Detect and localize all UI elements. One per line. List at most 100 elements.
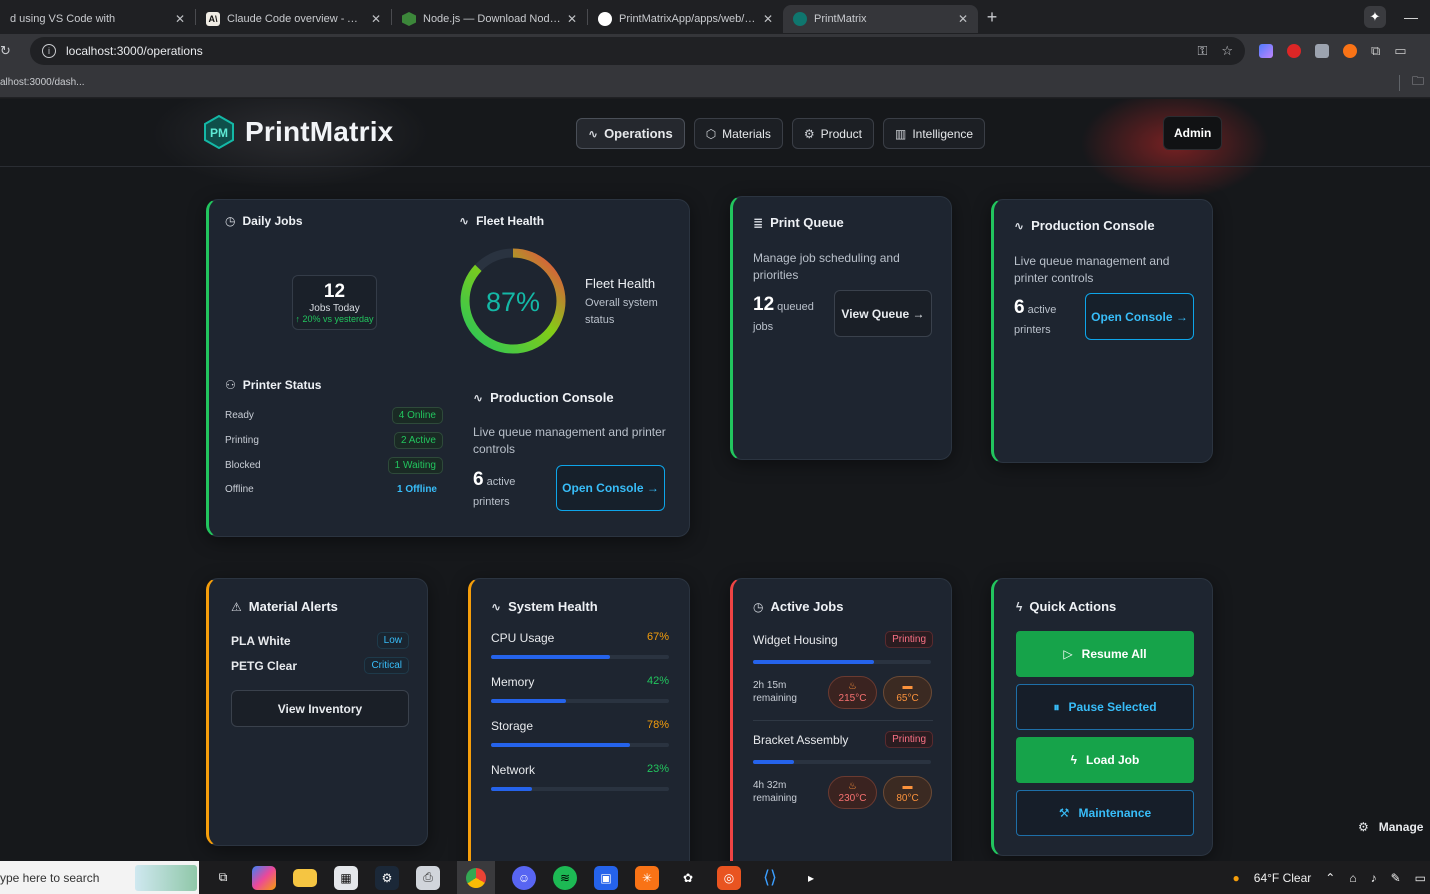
minimize-icon[interactable]: — xyxy=(1404,9,1418,25)
close-icon[interactable]: ✕ xyxy=(958,12,968,26)
fleet-health-heading: Fleet Health xyxy=(585,276,656,291)
metric-value: 42% xyxy=(646,675,669,687)
manage-button[interactable]: ⚙ Manage xyxy=(1358,820,1423,834)
close-icon[interactable]: ✕ xyxy=(567,12,577,26)
copilot-icon[interactable] xyxy=(252,865,276,890)
volume-icon[interactable]: ♪ xyxy=(1371,871,1377,885)
nav-label: Intelligence xyxy=(912,126,974,141)
sidepanel-icon[interactable]: ▭ xyxy=(1394,43,1406,59)
printer-icon[interactable]: ⎙ xyxy=(416,865,440,890)
pause-selected-button[interactable]: ⏸ Pause Selected xyxy=(1016,684,1194,730)
metric-value: 23% xyxy=(646,763,669,775)
flame-icon: ♨ xyxy=(848,681,857,692)
open-console-button[interactable]: Open Console → xyxy=(556,465,665,511)
stat-number: 6 xyxy=(473,469,484,490)
discord-icon[interactable]: ☺ xyxy=(512,865,536,890)
url-text[interactable]: localhost:3000/operations xyxy=(66,44,203,58)
weather-text[interactable]: 64°F Clear xyxy=(1254,871,1312,885)
sparkle-icon[interactable]: ✦ xyxy=(1364,6,1386,28)
tab-title: PrintMatrix xyxy=(814,13,867,25)
view-inventory-button[interactable]: View Inventory xyxy=(231,690,409,727)
terminal-icon[interactable]: ▸ xyxy=(799,866,823,890)
close-icon[interactable]: ✕ xyxy=(175,12,185,26)
job-name: Widget Housing xyxy=(753,632,838,647)
extension-icon[interactable] xyxy=(1343,44,1357,58)
metric-value: 67% xyxy=(646,631,669,643)
keyboard-icon[interactable]: ▭ xyxy=(1415,871,1426,885)
chatgpt-icon[interactable]: ✿ xyxy=(676,866,700,890)
browser-tab[interactable]: A\ Claude Code overview - Anthro ✕ xyxy=(196,5,391,33)
open-console-button[interactable]: Open Console → xyxy=(1085,293,1194,340)
play-icon: ▷ xyxy=(1063,647,1073,661)
vscode-icon[interactable]: ⟨⟩ xyxy=(758,866,782,890)
stat-unit: active xyxy=(486,476,516,488)
wrench-icon: ⚒ xyxy=(1058,806,1070,820)
taskbar-search-input[interactable]: ype here to search xyxy=(0,861,199,894)
store-icon[interactable]: ▦ xyxy=(334,865,358,890)
metric-bar-fill xyxy=(491,743,630,747)
stat-number: 6 xyxy=(1014,297,1025,318)
active-job-row[interactable]: Bracket Assembly Printing 4h 32m remaini… xyxy=(753,731,933,821)
close-icon[interactable]: ✕ xyxy=(371,12,381,26)
admin-button[interactable]: Admin xyxy=(1163,116,1223,150)
weather-icon: ● xyxy=(1232,870,1240,885)
task-view-icon[interactable]: ⧉ xyxy=(211,866,235,890)
spotify-icon[interactable]: ≋ xyxy=(553,865,577,890)
folder-icon[interactable]: 🗀 xyxy=(1412,72,1424,93)
info-icon[interactable]: i xyxy=(42,44,56,58)
nav-materials[interactable]: ⬡ Materials xyxy=(693,118,783,149)
reload-icon[interactable]: ↻ xyxy=(0,43,14,59)
remote-desktop-icon[interactable]: ▣ xyxy=(594,865,618,890)
printmatrix-icon xyxy=(793,12,807,26)
material-name: PLA White xyxy=(231,633,291,648)
metric-bar-track xyxy=(491,655,669,659)
claude-icon[interactable]: ✳ xyxy=(635,865,659,890)
card-title-text: Material Alerts xyxy=(248,599,338,614)
nav-intelligence[interactable]: ▥ Intelligence xyxy=(882,118,986,149)
extension-icon[interactable] xyxy=(1287,44,1301,58)
material-status-badge: Critical xyxy=(364,657,409,674)
material-row: PLA White Low xyxy=(231,632,409,649)
key-icon[interactable]: ⚿ xyxy=(1197,43,1207,59)
bookmark-item[interactable]: alhost:3000/dash... xyxy=(0,77,85,88)
ubuntu-icon[interactable]: ◎ xyxy=(717,865,741,890)
star-icon[interactable]: ☆ xyxy=(1221,43,1233,59)
browser-tab[interactable]: PrintMatrixApp/apps/web/app/ ✕ xyxy=(588,5,783,33)
browser-tab-active[interactable]: PrintMatrix ✕ xyxy=(783,5,978,33)
card-title-text: Active Jobs xyxy=(770,599,844,614)
chrome-icon[interactable] xyxy=(457,861,495,894)
search-placeholder: ype here to search xyxy=(0,870,100,885)
nav-product[interactable]: ⚙ Product xyxy=(791,118,874,149)
printmatrix-logo-icon: PM xyxy=(204,115,234,149)
steam-icon[interactable]: ⚙ xyxy=(375,865,399,890)
flame-icon: ♨ xyxy=(848,781,857,792)
extension-icon[interactable] xyxy=(1259,44,1273,58)
puzzle-icon[interactable]: ⧉ xyxy=(1371,43,1380,59)
fleet-health-subtitle: Overall system status xyxy=(585,297,658,326)
url-omnibox[interactable]: i localhost:3000/operations ⚿ ☆ xyxy=(30,37,1245,65)
stat-unit: active xyxy=(1027,304,1057,316)
load-job-button[interactable]: ϟ Load Job xyxy=(1016,737,1194,783)
close-icon[interactable]: ✕ xyxy=(763,12,773,26)
stat-unit: printers xyxy=(473,496,510,508)
maintenance-button[interactable]: ⚒ Maintenance xyxy=(1016,790,1194,836)
extension-icon[interactable] xyxy=(1315,44,1329,58)
nav-operations[interactable]: ∿ Operations xyxy=(576,118,685,149)
file-explorer-icon[interactable] xyxy=(293,868,317,887)
resume-all-button[interactable]: ▷ Resume All xyxy=(1016,631,1194,677)
network-icon[interactable]: ⌂ xyxy=(1349,871,1356,885)
view-queue-button[interactable]: View Queue → xyxy=(834,290,932,337)
chevron-up-icon[interactable]: ⌃ xyxy=(1325,871,1335,885)
github-icon xyxy=(598,12,612,26)
stat-unit: printers xyxy=(1014,324,1051,336)
active-job-row[interactable]: Widget Housing Printing 2h 15m remaining… xyxy=(753,631,933,721)
browser-tab[interactable]: Node.js — Download Node.js® ✕ xyxy=(392,5,587,33)
metric-name: CPU Usage xyxy=(491,631,555,645)
material-status-badge: Low xyxy=(376,632,409,649)
brand-logo[interactable]: PM PrintMatrix xyxy=(202,115,393,149)
browser-tab[interactable]: d using VS Code with ✕ xyxy=(0,5,195,33)
new-tab-button[interactable]: + xyxy=(978,7,1006,28)
metric-value: 78% xyxy=(646,719,669,731)
card-title-text: Production Console xyxy=(1031,218,1155,233)
pen-icon[interactable]: ✎ xyxy=(1391,871,1401,885)
